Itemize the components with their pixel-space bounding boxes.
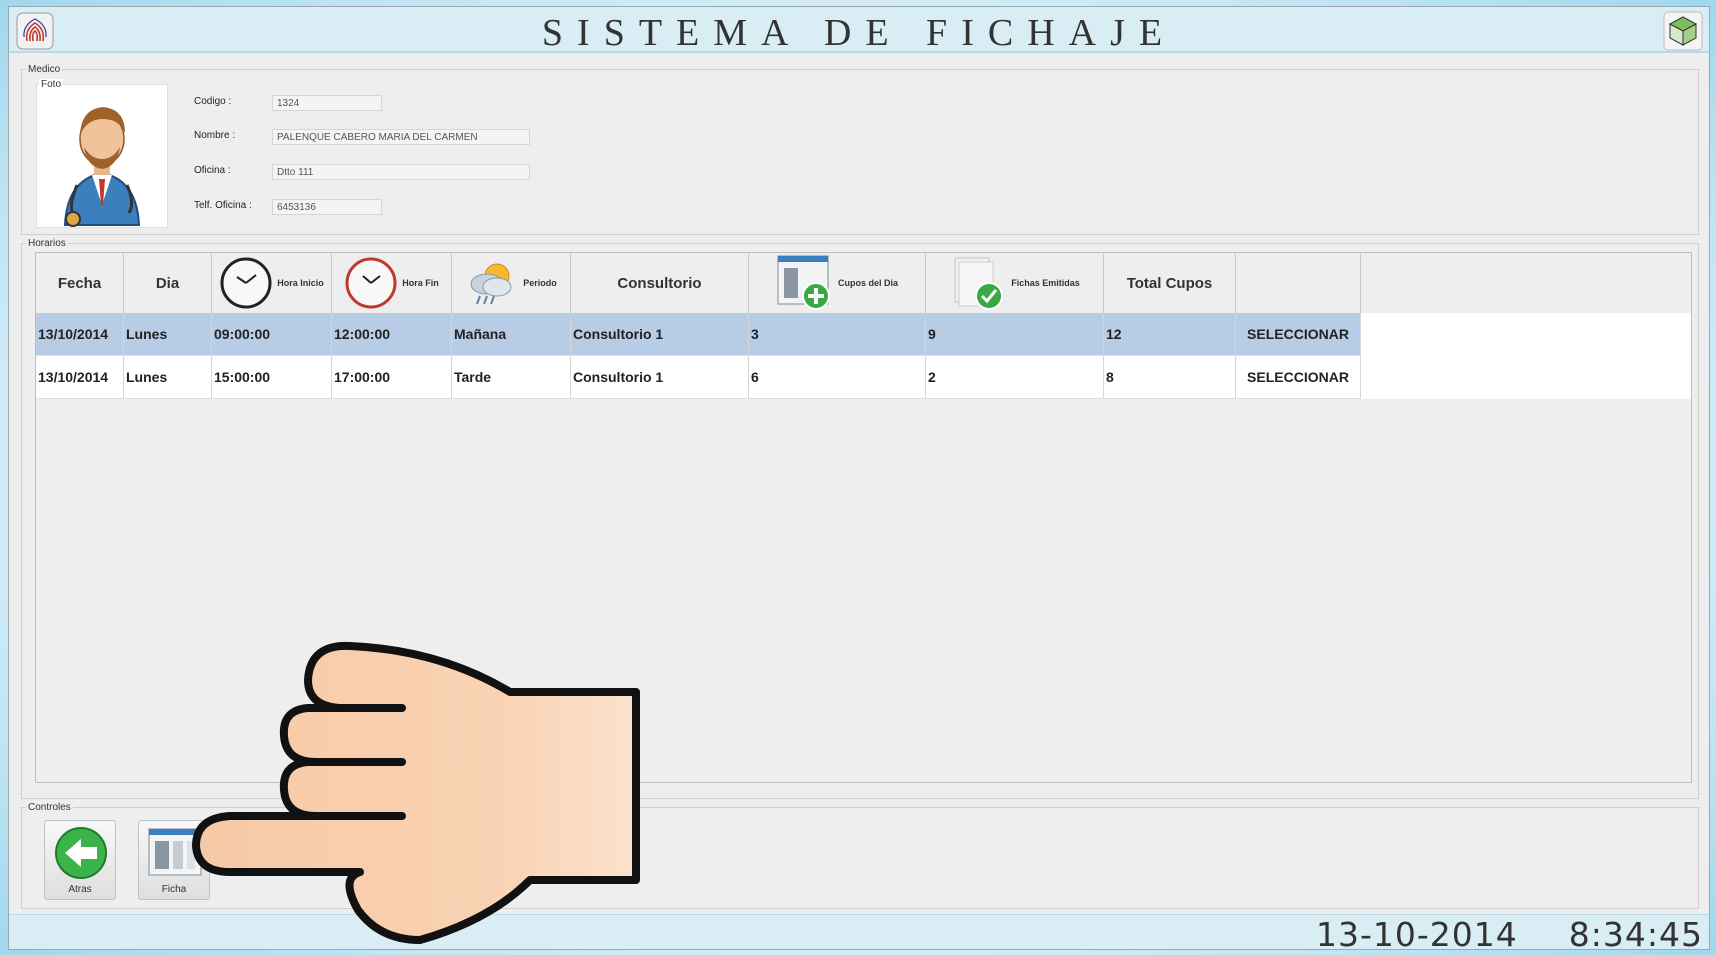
- column-header-label: Cupos del Dia: [837, 278, 898, 288]
- medico-legend: Medico: [26, 64, 63, 75]
- nombre-label: Nombre :: [194, 130, 236, 141]
- cell-dia: Lunes: [124, 356, 212, 399]
- red-clock-icon: [345, 257, 397, 309]
- cell-hora-fin: 17:00:00: [332, 356, 452, 399]
- cell-fecha: 13/10/2014: [36, 313, 124, 356]
- cell-periodo: Tarde: [452, 356, 571, 399]
- cell-total-cupos: 8: [1104, 356, 1236, 399]
- telf-oficina-field: 6453136: [272, 199, 382, 215]
- column-header-fichas-emitidas[interactable]: Fichas Emitidas: [926, 253, 1104, 313]
- page-title: SISTEMA DE FICHAJE: [541, 12, 1177, 54]
- cell-hora-fin: 12:00:00: [332, 313, 452, 356]
- column-header-label: Periodo: [523, 278, 557, 288]
- photo-legend: Foto: [39, 79, 64, 90]
- column-header-hora-inicio[interactable]: Hora Inicio: [212, 253, 332, 313]
- status-time: 8:34:45: [1568, 915, 1703, 954]
- clock-display: 13-10-2014 8:34:45: [1316, 915, 1703, 954]
- atras-label: Atras: [68, 884, 92, 895]
- seleccionar-button[interactable]: SELECCIONAR: [1236, 356, 1361, 399]
- doctor-avatar-icon: [37, 85, 167, 227]
- cell-cupos-dia: 3: [749, 313, 926, 356]
- oficina-field: Dtto 111: [272, 164, 530, 180]
- codigo-field: 1324: [272, 95, 382, 111]
- weather-icon: [470, 263, 512, 305]
- column-header-label: Dia: [155, 274, 180, 292]
- cell-total-cupos: 12: [1104, 313, 1236, 356]
- column-header-dia[interactable]: Dia: [124, 253, 212, 313]
- telf-oficina-label: Telf. Oficina :: [194, 200, 252, 211]
- cell-consultorio: Consultorio 1: [571, 356, 749, 399]
- cell-consultorio: Consultorio 1: [571, 313, 749, 356]
- column-header-label: Total Cupos: [1126, 274, 1213, 292]
- table-row[interactable]: 13/10/2014 Lunes 15:00:00 17:00:00 Tarde…: [36, 356, 1691, 399]
- cell-fichas-emitidas: 9: [926, 313, 1104, 356]
- controles-legend: Controles: [26, 802, 73, 813]
- seleccionar-button[interactable]: SELECCIONAR: [1236, 313, 1361, 356]
- column-header-action: [1236, 253, 1361, 313]
- cell-dia: Lunes: [124, 313, 212, 356]
- atras-button[interactable]: Atras: [44, 820, 116, 900]
- column-header-fecha[interactable]: Fecha: [36, 253, 124, 313]
- pointing-hand-icon: [192, 641, 640, 944]
- medico-panel: Medico Foto Codigo: 1324 Nombre: PALEN…: [21, 64, 1699, 235]
- column-header-hora-fin[interactable]: Hora Fin: [332, 253, 452, 313]
- back-arrow-icon: [55, 827, 107, 879]
- cell-hora-inicio: 09:00:00: [212, 313, 332, 356]
- cell-cupos-dia: 6: [749, 356, 926, 399]
- check-document-icon: [954, 257, 1004, 310]
- column-header-label: Fichas Emitidas: [1011, 278, 1080, 288]
- column-header-cupos-dia[interactable]: Cupos del Dia: [749, 253, 926, 313]
- column-header-total-cupos[interactable]: Total Cupos: [1104, 253, 1236, 313]
- column-header-periodo[interactable]: Periodo: [452, 253, 571, 313]
- codigo-label: Codigo :: [194, 96, 232, 107]
- column-header-label: Consultorio: [617, 274, 702, 292]
- nombre-field: PALENQUE CABERO MARIA DEL CARMEN: [272, 129, 530, 145]
- cell-fichas-emitidas: 2: [926, 356, 1104, 399]
- column-header-label: Fecha: [57, 274, 102, 292]
- cell-periodo: Mañana: [452, 313, 571, 356]
- cube-icon: [1663, 11, 1703, 51]
- column-header-label: Hora Fin: [402, 278, 439, 288]
- table-row[interactable]: 13/10/2014 Lunes 09:00:00 12:00:00 Mañan…: [36, 313, 1691, 356]
- title-bar: SISTEMA DE FICHAJE: [9, 7, 1709, 54]
- add-window-icon: [777, 255, 830, 310]
- column-header-label: Hora Inicio: [277, 278, 324, 288]
- photo-frame: Foto: [36, 79, 168, 228]
- horarios-legend: Horarios: [26, 238, 68, 249]
- clock-icon: [220, 257, 272, 309]
- column-header-consultorio[interactable]: Consultorio: [571, 253, 749, 313]
- oficina-label: Oficina :: [194, 165, 231, 176]
- table-header: Fecha Dia Hora Inicio Hora Fin Periodo C…: [36, 253, 1691, 313]
- cell-hora-inicio: 15:00:00: [212, 356, 332, 399]
- status-date: 13-10-2014: [1316, 915, 1518, 954]
- cell-fecha: 13/10/2014: [36, 356, 124, 399]
